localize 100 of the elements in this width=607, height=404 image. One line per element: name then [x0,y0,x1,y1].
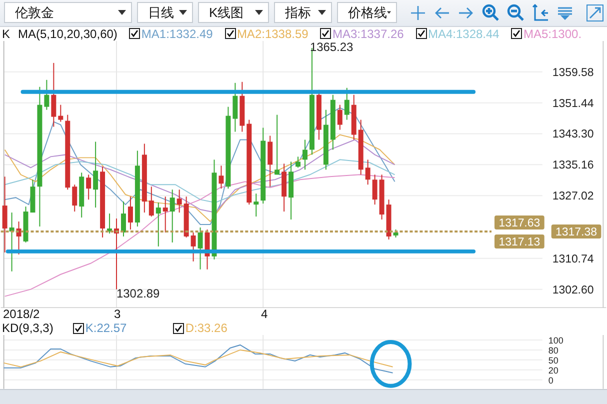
axis-label: 100 [548,336,564,346]
candle [176,189,182,213]
axis-label: 1327.02 [552,190,594,202]
date-label: 2018/2 [3,308,40,322]
candle [386,199,392,240]
checkbox[interactable] [320,28,332,40]
candle [268,135,273,188]
axis-label: 20 [548,366,558,376]
candle [86,174,92,200]
candle [288,161,294,220]
candle [170,189,175,243]
kd-value: D:33.26 [185,321,228,336]
candle [302,139,308,170]
candle [156,202,161,247]
date-label: 4 [261,308,268,322]
candle [93,141,98,208]
ma-value: MA3:1337.26 [332,26,404,41]
candle [393,228,398,238]
candle [23,206,28,243]
axis-label: 50 [548,356,558,366]
axis-label: 0 [548,376,554,386]
candle [296,156,300,168]
candle [79,172,84,218]
candle [323,109,328,170]
candle [240,81,245,132]
candle [232,82,238,132]
kd-value: K:22.57 [85,321,127,336]
candle [44,79,50,110]
caret-icon [118,10,126,16]
dropdown[interactable]: 指标 [274,2,332,24]
candle [344,87,350,120]
caret-icon [387,10,391,16]
left-arrow-icon[interactable] [434,6,450,20]
candle [121,201,126,237]
axis-label: 1335.16 [552,160,594,172]
axis-icon[interactable] [532,4,549,22]
candle [142,143,147,213]
candle [190,232,196,262]
zoom-in-icon[interactable] [482,4,499,22]
high-price-label: 1365.23 [310,40,354,54]
crosshair-icon[interactable] [410,4,426,21]
candle [358,119,364,176]
candle [148,186,154,217]
checkbox[interactable] [416,28,427,40]
candle [16,220,22,255]
zoom-out-icon[interactable] [507,4,524,22]
checkbox[interactable] [511,28,522,40]
ma-value: MA4:1328.44 [428,26,500,41]
price-tag: 1317.13 [494,234,544,248]
expand-icon[interactable] [586,4,604,22]
candle [218,165,224,190]
ma-value: MA2:1338.59 [236,26,308,41]
candle [379,174,384,220]
candle [162,196,168,233]
caret-icon [179,10,187,16]
candle [30,179,36,213]
checkbox[interactable] [129,28,140,40]
indicator-label: K [2,26,10,41]
candle [254,193,259,217]
ma-value: MA1:1332.49 [141,26,213,41]
candle [107,212,112,234]
axis-label: 1351.44 [552,98,594,110]
low-price-label: 1302.89 [116,286,160,300]
dropdown[interactable]: 伦敦金 [4,2,132,24]
candle [330,94,336,150]
checkbox[interactable] [173,322,184,334]
candle [372,174,378,205]
dropdown[interactable]: 日线 [137,2,193,24]
candle [72,184,78,212]
candle [198,226,203,270]
candle [100,166,106,238]
axis-label: 1310.74 [552,253,594,266]
list-icon[interactable] [557,6,573,20]
candle [184,196,189,238]
right-arrow-icon[interactable] [458,6,474,20]
candle [337,104,342,130]
candle [128,196,133,230]
axis-label: 1359.58 [552,66,594,79]
highlight-circle [370,340,412,388]
checkbox[interactable] [224,28,236,40]
candle [51,62,56,128]
indicator-params: MA(5,10,20,30,60) [18,26,118,41]
dropdown[interactable]: K线图 [198,2,269,24]
date-label: 3 [114,308,121,322]
caret-icon [255,10,263,16]
candle [282,163,287,212]
axis-label: 80 [548,346,558,356]
indicator-label: KD(9,3,3) [2,321,54,336]
price-tag: 1317.63 [494,215,544,230]
checkbox[interactable] [73,322,84,334]
axis-label: 1343.30 [552,128,594,141]
candle [351,94,356,140]
caret-icon [318,10,326,16]
candle [58,104,64,122]
candle [365,159,370,186]
candle [274,114,280,176]
dropdown[interactable]: 价格线 [337,2,397,24]
ma-value: MA5:1300. [523,26,582,41]
axis-label: 1302.60 [552,284,594,296]
candle [9,212,14,272]
